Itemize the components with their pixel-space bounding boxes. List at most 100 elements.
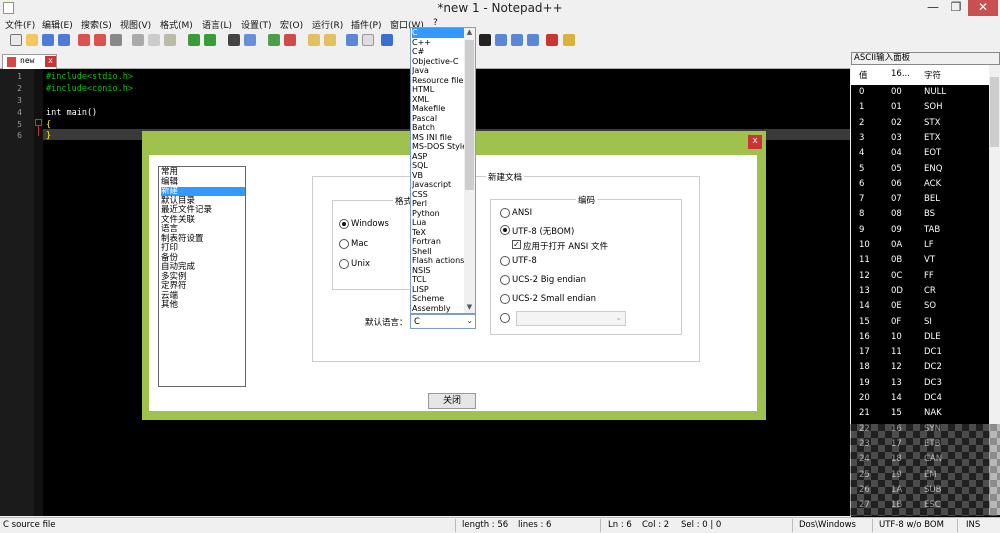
language-dropdown-list[interactable]: C C++ C# Objective-C Java Resource file … bbox=[410, 27, 476, 314]
menu-format[interactable]: 格式(M) bbox=[160, 18, 193, 31]
ascii-row[interactable]: 18 12 DC2 bbox=[851, 360, 989, 375]
language-option[interactable]: Pascal bbox=[412, 114, 464, 124]
language-option[interactable]: C# bbox=[412, 47, 464, 57]
language-option[interactable]: Makefile bbox=[412, 104, 464, 114]
menu-language[interactable]: 语言(L) bbox=[202, 18, 232, 31]
run-macro-multi-icon[interactable] bbox=[511, 34, 523, 46]
status-encoding[interactable]: UTF-8 w/o BOM bbox=[879, 520, 944, 530]
ascii-row[interactable]: 1 01 SOH bbox=[851, 100, 989, 115]
ascii-row[interactable]: 17 11 DC1 bbox=[851, 345, 989, 360]
format-unix-radio[interactable] bbox=[339, 259, 349, 269]
ascii-row[interactable]: 19 13 DC3 bbox=[851, 376, 989, 391]
indent-guide-icon[interactable] bbox=[381, 34, 393, 46]
language-list-scrollbar[interactable]: ▲ ▼ bbox=[464, 28, 475, 313]
default-language-select[interactable]: C ⌄ bbox=[410, 314, 476, 329]
menu-view[interactable]: 视图(V) bbox=[120, 18, 151, 31]
pref-item[interactable]: 常用 bbox=[161, 167, 245, 177]
pref-item[interactable]: 自动完成 bbox=[161, 262, 245, 272]
language-option[interactable]: C++ bbox=[412, 38, 464, 48]
language-option[interactable]: HTML bbox=[412, 85, 464, 95]
language-option[interactable]: Scheme bbox=[412, 294, 464, 304]
ascii-row[interactable]: 7 07 BEL bbox=[851, 192, 989, 207]
sync-v-icon[interactable] bbox=[308, 34, 320, 46]
spellcheck-icon[interactable] bbox=[546, 34, 558, 46]
close-all-icon[interactable] bbox=[94, 34, 106, 46]
ascii-row[interactable]: 6 06 ACK bbox=[851, 177, 989, 192]
menu-file[interactable]: 文件(F) bbox=[5, 18, 35, 31]
ascii-row[interactable]: 3 03 ETX bbox=[851, 131, 989, 146]
undo-icon[interactable] bbox=[188, 34, 200, 46]
ascii-row[interactable]: 2 02 STX bbox=[851, 116, 989, 131]
save-all-icon[interactable] bbox=[58, 34, 70, 46]
language-option[interactable]: SQL bbox=[412, 161, 464, 171]
save-macro-icon[interactable] bbox=[527, 34, 539, 46]
ascii-row[interactable]: 13 0D CR bbox=[851, 284, 989, 299]
pref-item[interactable]: 语言 bbox=[161, 224, 245, 234]
zoom-in-icon[interactable] bbox=[268, 34, 280, 46]
scroll-thumb[interactable] bbox=[990, 77, 999, 147]
language-option[interactable]: Flash actionscr bbox=[412, 256, 464, 266]
print-icon[interactable] bbox=[110, 34, 122, 46]
encoding-ucs2-big-radio[interactable] bbox=[500, 275, 510, 285]
ascii-row[interactable]: 9 09 TAB bbox=[851, 223, 989, 238]
minimize-button[interactable]: — bbox=[922, 0, 944, 16]
close-file-icon[interactable] bbox=[78, 34, 90, 46]
redo-icon[interactable] bbox=[204, 34, 216, 46]
language-option[interactable]: Resource file bbox=[412, 76, 464, 86]
menu-run[interactable]: 运行(R) bbox=[312, 18, 343, 31]
language-option[interactable]: Python bbox=[412, 209, 464, 219]
ascii-row[interactable]: 4 04 EOT bbox=[851, 146, 989, 161]
encoding-utf8-radio[interactable] bbox=[500, 256, 510, 266]
language-option[interactable]: NSIS bbox=[412, 266, 464, 276]
language-option[interactable]: LISP bbox=[412, 285, 464, 295]
scroll-thumb[interactable] bbox=[465, 40, 474, 190]
menu-settings[interactable]: 设置(T) bbox=[241, 18, 272, 31]
record-macro-icon[interactable] bbox=[479, 34, 491, 46]
fold-toggle-icon[interactable] bbox=[35, 119, 42, 126]
ascii-row[interactable]: 12 0C FF bbox=[851, 269, 989, 284]
pref-item[interactable]: 最近文件记录 bbox=[161, 205, 245, 215]
dialog-close-button[interactable]: x bbox=[748, 135, 762, 149]
restore-button[interactable]: ❐ bbox=[945, 0, 967, 16]
language-option[interactable]: Perl bbox=[412, 199, 464, 209]
zoom-out-icon[interactable] bbox=[284, 34, 296, 46]
scroll-up-icon[interactable]: ▲ bbox=[464, 28, 475, 38]
encoding-utf8-nobom-radio[interactable] bbox=[500, 225, 510, 235]
pref-item[interactable]: 打印 bbox=[161, 243, 245, 253]
pref-item-selected[interactable]: 新建 bbox=[161, 186, 245, 197]
pref-item[interactable]: 定界符 bbox=[161, 281, 245, 291]
language-option[interactable]: ASP bbox=[412, 152, 464, 162]
new-file-icon[interactable] bbox=[10, 34, 22, 46]
cut-icon[interactable] bbox=[132, 34, 144, 46]
ascii-col-hex[interactable]: 16... bbox=[891, 69, 910, 79]
menu-macro[interactable]: 宏(O) bbox=[280, 18, 303, 31]
menu-edit[interactable]: 编辑(E) bbox=[42, 18, 73, 31]
save-icon[interactable] bbox=[42, 34, 54, 46]
paste-icon[interactable] bbox=[164, 34, 176, 46]
tab-new[interactable]: new x bbox=[2, 54, 57, 69]
play-macro-icon[interactable] bbox=[495, 34, 507, 46]
apply-ansi-checkbox[interactable]: ✓ bbox=[512, 240, 521, 249]
pref-item[interactable]: 其他 bbox=[161, 300, 245, 310]
language-option[interactable]: Fortran bbox=[412, 237, 464, 247]
open-file-icon[interactable] bbox=[26, 34, 38, 46]
language-option[interactable]: MS-DOS Style bbox=[412, 142, 464, 152]
ascii-row[interactable]: 20 14 DC4 bbox=[851, 391, 989, 406]
sync-h-icon[interactable] bbox=[324, 34, 336, 46]
status-mode[interactable]: INS bbox=[966, 520, 980, 530]
menu-search[interactable]: 搜索(S) bbox=[81, 18, 112, 31]
format-windows-radio[interactable] bbox=[339, 219, 349, 229]
language-option[interactable]: Shell bbox=[412, 247, 464, 257]
ascii-row[interactable]: 21 15 NAK bbox=[851, 406, 989, 421]
format-mac-radio[interactable] bbox=[339, 239, 349, 249]
scroll-down-icon[interactable]: ▼ bbox=[464, 303, 475, 313]
replace-icon[interactable] bbox=[244, 34, 256, 46]
ascii-row[interactable]: 0 00 NULL bbox=[851, 85, 989, 100]
language-option[interactable]: CSS bbox=[412, 190, 464, 200]
ascii-row[interactable]: 15 0F SI bbox=[851, 315, 989, 330]
language-option-selected[interactable]: C bbox=[412, 28, 464, 38]
menu-plugins[interactable]: 插件(P) bbox=[351, 18, 381, 31]
language-option[interactable]: Objective-C bbox=[412, 57, 464, 67]
ascii-row[interactable]: 10 0A LF bbox=[851, 238, 989, 253]
find-icon[interactable] bbox=[228, 34, 240, 46]
